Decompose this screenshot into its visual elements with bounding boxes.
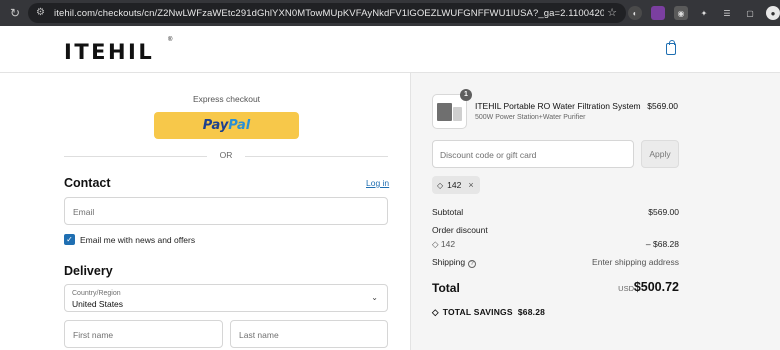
chevron-down-icon: ⌄ bbox=[371, 293, 378, 302]
shipping-row-label: Shipping? bbox=[432, 257, 477, 268]
first-name-field[interactable]: First name bbox=[64, 320, 223, 348]
bookmark-star-icon[interactable]: ☆ bbox=[607, 6, 617, 19]
url-text[interactable]: itehil.com/checkouts/cn/Z2NwLWFzaWEtc291… bbox=[54, 8, 604, 19]
browser-toolbar: ↻ ⚙ itehil.com/checkouts/cn/Z2NwLWFzaWEt… bbox=[0, 0, 780, 26]
order-summary: 1 ITEHIL Portable RO Water Filtration Sy… bbox=[410, 73, 780, 350]
extension-icon[interactable] bbox=[651, 6, 665, 20]
extension-icons: ◐ ◉ ✦ ☰ ▢ ● bbox=[628, 5, 780, 21]
tag-icon: ◇ bbox=[432, 239, 441, 249]
order-discount-label: Order discount bbox=[432, 225, 488, 235]
discount-placeholder: Discount code or gift card bbox=[440, 150, 537, 160]
registered-mark: ® bbox=[168, 37, 173, 43]
total-currency: USD bbox=[618, 284, 634, 293]
shipping-label: Shipping bbox=[432, 257, 466, 267]
discount-code-row: ◇ 142 bbox=[432, 239, 455, 250]
discount-value: – $68.28 bbox=[645, 239, 679, 249]
login-link[interactable]: Log in bbox=[366, 178, 389, 188]
or-label: OR bbox=[219, 150, 233, 160]
total-savings: ◇ TOTAL SAVINGS $68.28 bbox=[432, 307, 545, 318]
address-bar[interactable]: ⚙ itehil.com/checkouts/cn/Z2NwLWFzaWEtc2… bbox=[28, 3, 626, 23]
help-icon[interactable]: ? bbox=[468, 260, 477, 268]
country-label: Country/Region bbox=[72, 290, 121, 297]
email-placeholder: Email bbox=[73, 207, 95, 217]
product-name: ITEHIL Portable RO Water Filtration Syst… bbox=[475, 101, 641, 111]
split-view-icon[interactable]: ▢ bbox=[743, 6, 757, 20]
discount-code: 142 bbox=[440, 239, 456, 249]
paypal-logo-part: Pay bbox=[202, 118, 229, 133]
applied-code: 142 bbox=[447, 180, 462, 190]
apply-button[interactable]: Apply bbox=[641, 140, 679, 168]
paypal-button[interactable]: Pay Pal bbox=[154, 112, 299, 139]
extension-icon[interactable]: ◐ bbox=[628, 6, 642, 20]
newsletter-checkbox[interactable]: ✓ bbox=[64, 234, 75, 245]
savings-value: $68.28 bbox=[517, 307, 546, 317]
reload-icon[interactable]: ↻ bbox=[8, 6, 22, 20]
last-name-placeholder: Last name bbox=[239, 330, 279, 340]
shipping-value: Enter shipping address bbox=[592, 257, 679, 267]
tag-icon: ◇ bbox=[437, 180, 444, 190]
country-value: United States bbox=[72, 299, 124, 309]
profile-avatar-icon[interactable]: ● bbox=[766, 6, 780, 20]
subtotal-label: Subtotal bbox=[432, 207, 464, 217]
first-name-placeholder: First name bbox=[73, 330, 114, 340]
express-checkout-label: Express checkout bbox=[192, 94, 261, 104]
country-select[interactable]: Country/Region United States ⌄ bbox=[64, 284, 388, 312]
site-header: ITEHIL ® bbox=[0, 26, 780, 73]
quantity-badge: 1 bbox=[460, 89, 472, 101]
total-value: $500.72 bbox=[633, 280, 679, 294]
last-name-field[interactable]: Last name bbox=[230, 320, 388, 348]
camera-extension-icon[interactable]: ◉ bbox=[674, 6, 688, 20]
remove-discount-icon[interactable]: × bbox=[468, 180, 473, 190]
tag-icon: ◇ bbox=[432, 307, 439, 317]
product-price: $569.00 bbox=[647, 101, 678, 111]
reading-list-icon[interactable]: ☰ bbox=[720, 6, 734, 20]
delivery-heading: Delivery bbox=[64, 264, 113, 278]
water-purifier-image bbox=[453, 107, 462, 121]
paypal-logo-part: Pal bbox=[228, 118, 251, 133]
total-label: Total bbox=[432, 281, 460, 295]
shopping-bag-icon[interactable] bbox=[666, 40, 676, 55]
power-station-image bbox=[437, 103, 452, 121]
subtotal-value: $569.00 bbox=[648, 207, 679, 217]
site-settings-icon[interactable]: ⚙ bbox=[36, 7, 48, 19]
or-divider: OR bbox=[64, 150, 388, 162]
savings-label: TOTAL SAVINGS bbox=[442, 307, 513, 317]
newsletter-label[interactable]: Email me with news and offers bbox=[80, 235, 195, 245]
email-field[interactable]: Email bbox=[64, 197, 388, 225]
contact-heading: Contact bbox=[64, 176, 111, 190]
brand-logo[interactable]: ITEHIL bbox=[64, 40, 154, 64]
puzzle-extension-icon[interactable]: ✦ bbox=[697, 6, 711, 20]
discount-code-input[interactable]: Discount code or gift card bbox=[432, 140, 634, 168]
checkout-form: Express checkout Pay Pal OR Contact Log i… bbox=[0, 73, 410, 350]
product-variant: 500W Power Station+Water Purifier bbox=[475, 114, 586, 121]
applied-discount-chip: ◇ 142 × bbox=[432, 176, 480, 194]
